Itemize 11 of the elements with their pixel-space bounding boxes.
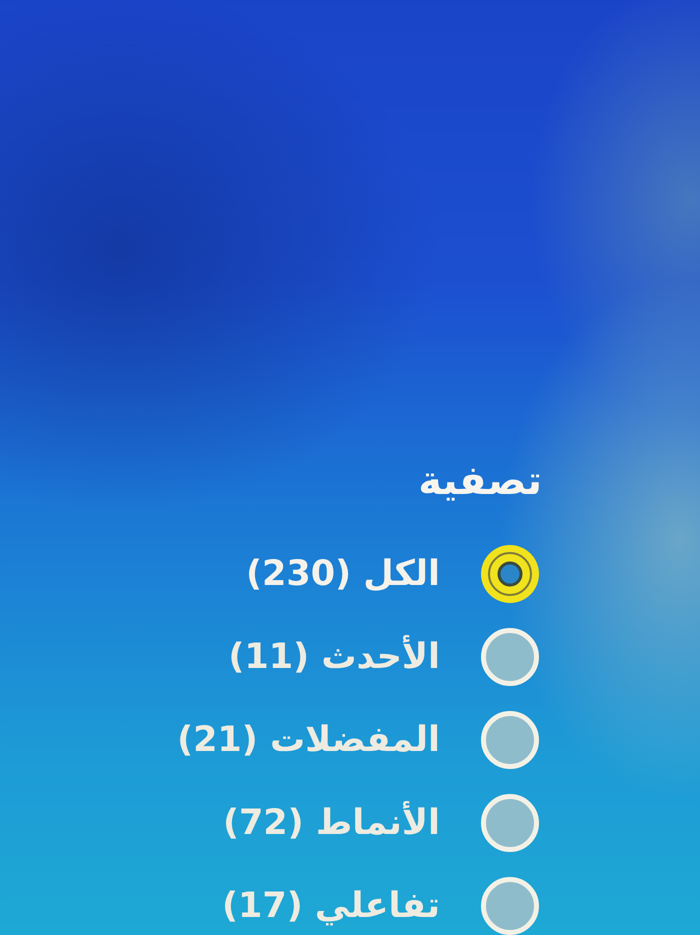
option-label[interactable]: تفاعلي (17) bbox=[222, 884, 440, 928]
radio-button[interactable] bbox=[480, 793, 540, 853]
option-label[interactable]: الأحدث (11) bbox=[228, 635, 440, 679]
radio-button-selected[interactable] bbox=[480, 544, 540, 604]
radio-button[interactable] bbox=[480, 876, 540, 935]
option-label[interactable]: المفضلات (21) bbox=[177, 718, 440, 762]
radio-button[interactable] bbox=[480, 710, 540, 770]
radio-button[interactable] bbox=[480, 627, 540, 687]
option-label[interactable]: الأنماط (72) bbox=[222, 801, 440, 845]
option-label[interactable]: الكل (230) bbox=[246, 552, 440, 596]
filter-title: تصفية bbox=[418, 457, 542, 506]
